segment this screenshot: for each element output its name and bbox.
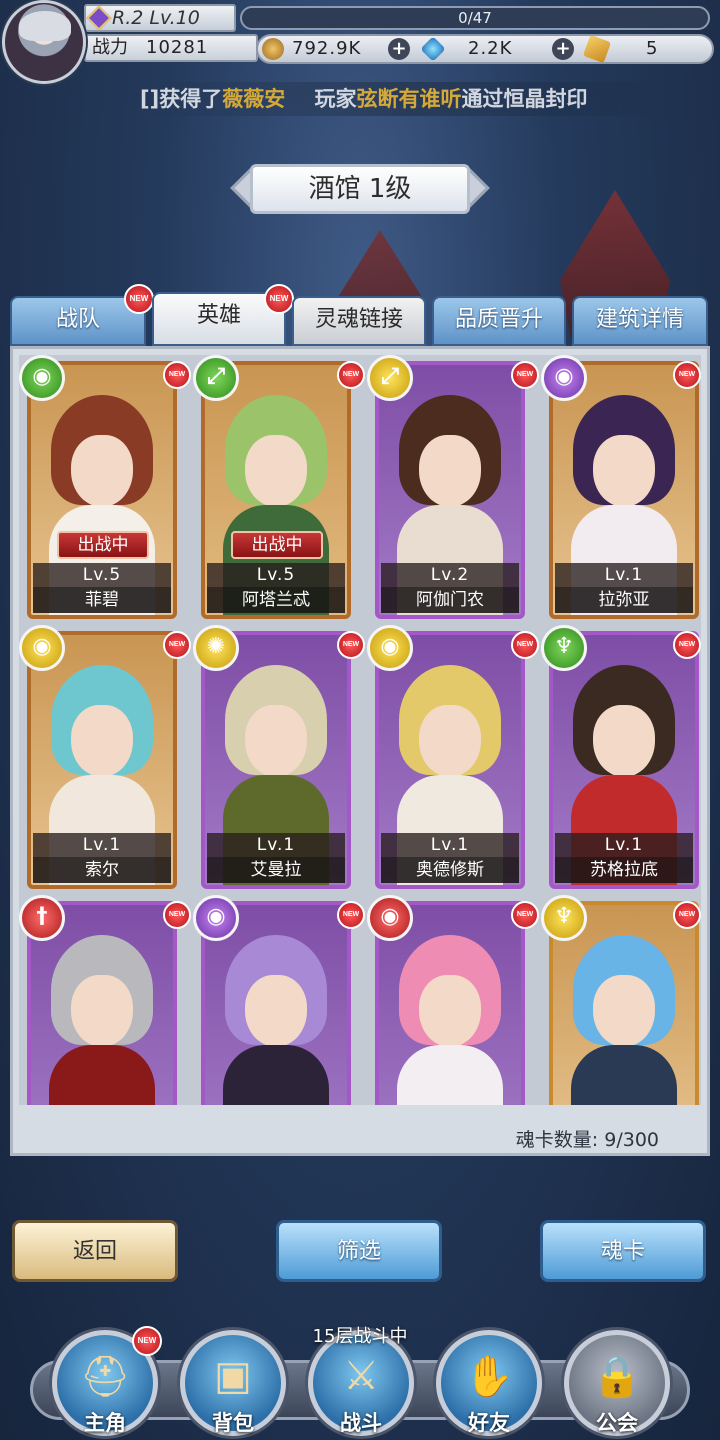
magic-type-icon: ◉ (19, 625, 65, 671)
nav-label: 战斗 (340, 1411, 382, 1435)
hero-card-grid[interactable]: 出战中 Lv.5 菲碧 出战中 Lv.5 阿塔兰忒 Lv.2 阿伽门农 Lv.1… (19, 355, 701, 1105)
building-title-banner: 酒馆 1级 (230, 162, 490, 216)
archer-type-icon: ⤢ (367, 355, 413, 401)
crossed-swords-icon: ⚔ (343, 1353, 379, 1399)
soul-card-count: 魂卡数量: 9/300 (515, 1129, 659, 1151)
gold-coin-icon (262, 38, 284, 60)
new-badge: NEW (337, 361, 365, 389)
ticket-amount: 5 (646, 38, 659, 59)
sword-type-icon: † (19, 895, 65, 941)
deployed-badge: 出战中 (57, 531, 149, 559)
filter-button[interactable]: 筛选 (276, 1220, 442, 1282)
gem-amount: 2.2K (468, 38, 513, 59)
hero-name: 奥德修斯 (381, 857, 519, 883)
nav-label: 公会 (596, 1411, 638, 1435)
hero-name: 艾曼拉 (207, 857, 345, 883)
spin-type-icon: ✺ (193, 625, 239, 671)
tab-label: 战队 (55, 307, 100, 332)
magic-type-icon: ◉ (367, 625, 413, 671)
exp-text: 0/47 (458, 9, 492, 27)
wing-type-icon: ♆ (541, 625, 587, 671)
soul-card-button[interactable]: 魂卡 (540, 1220, 706, 1282)
add-gold-button[interactable]: + (388, 38, 410, 60)
new-badge: NEW (163, 631, 191, 659)
nav-label: 背包 (212, 1411, 254, 1435)
hero-level: Lv.5 (207, 563, 345, 587)
power-display: 战力 10281 (84, 34, 258, 62)
new-badge: NEW (511, 631, 539, 659)
new-badge: NEW (163, 901, 191, 929)
new-badge: NEW (673, 901, 701, 929)
new-badge: NEW (673, 631, 701, 659)
building-title: 酒馆 1级 (250, 164, 470, 214)
battle-status: 15层战斗中 (312, 1326, 408, 1347)
hero-level: Lv.5 (33, 563, 171, 587)
tab-label: 灵魂链接 (314, 307, 403, 332)
wing-type-icon: ♆ (541, 895, 587, 941)
hero-name: 菲碧 (33, 587, 171, 613)
magic-type-icon: ◉ (193, 895, 239, 941)
hero-name: 索尔 (33, 857, 171, 883)
ticker-text: []获得了 (140, 87, 223, 111)
hero-level: Lv.1 (207, 833, 345, 857)
ticker-highlight: 弦断有谁听 (356, 87, 462, 111)
new-badge: NEW (511, 361, 539, 389)
lock-icon: 🔒 (592, 1354, 642, 1400)
handshake-icon: ✋ (464, 1354, 514, 1400)
power-value: 10281 (146, 37, 209, 58)
ticker-highlight: 薇薇安 (222, 87, 286, 111)
hero-name: 苏格拉底 (555, 857, 693, 883)
resource-bar: 792.9K + 2.2K + 5 (256, 34, 714, 64)
magic-type-icon: ◉ (367, 895, 413, 941)
new-badge: NEW (511, 901, 539, 929)
rank-level-text: R.2 Lv.10 (112, 7, 200, 29)
tab-label: 英雄 (196, 303, 241, 328)
rank-gem-icon (86, 5, 112, 31)
backpack-icon: ▣ (214, 1353, 252, 1399)
hero-name: 阿伽门农 (381, 587, 519, 613)
helmet-icon: ⛑ (79, 1354, 131, 1400)
rank-level-display: R.2 Lv.10 (84, 4, 236, 32)
tab-quality-upgrade[interactable]: 品质晋升 (432, 296, 566, 346)
magic-type-icon: ◉ (541, 355, 587, 401)
new-badge: NEW (337, 901, 365, 929)
nav-label: 主角 (84, 1411, 126, 1435)
tab-building-details[interactable]: 建筑详情 (572, 296, 708, 346)
new-badge: NEW (264, 284, 294, 314)
new-badge: NEW (673, 361, 701, 389)
top-bar: R.2 Lv.10 0/47 战力 10281 792.9K + 2.2K + 5 (0, 0, 720, 84)
magic-type-icon: ◉ (19, 355, 65, 401)
new-badge: NEW (132, 1326, 162, 1356)
power-label: 战力 (92, 37, 128, 58)
nav-label: 好友 (468, 1411, 510, 1435)
player-avatar[interactable] (2, 0, 86, 84)
tab-label: 品质晋升 (454, 307, 543, 332)
ticket-icon (582, 34, 612, 64)
new-badge: NEW (163, 361, 191, 389)
back-button[interactable]: 返回 (12, 1220, 178, 1282)
exp-bar: 0/47 (240, 6, 710, 30)
ticker-text: 玩家 (314, 87, 357, 111)
hero-level: Lv.1 (33, 833, 171, 857)
hero-level: Lv.1 (555, 833, 693, 857)
gem-icon (420, 36, 446, 62)
tab-label: 建筑详情 (595, 307, 684, 332)
hero-level: Lv.2 (381, 563, 519, 587)
new-badge: NEW (124, 284, 154, 314)
new-badge: NEW (337, 631, 365, 659)
deployed-badge: 出战中 (231, 531, 323, 559)
gold-amount: 792.9K (292, 38, 362, 59)
hero-level: Lv.1 (555, 563, 693, 587)
ticker-text: 通过恒晶封印 (461, 87, 588, 111)
hero-name: 阿塔兰忒 (207, 587, 345, 613)
hero-name: 拉弥亚 (555, 587, 693, 613)
hero-panel: 出战中 Lv.5 菲碧 出战中 Lv.5 阿塔兰忒 Lv.2 阿伽门农 Lv.1… (10, 346, 710, 1156)
add-gem-button[interactable]: + (552, 38, 574, 60)
announcement-ticker: []获得了薇薇安 玩家弦断有谁听通过恒晶封印 (140, 82, 660, 116)
tab-soul-link[interactable]: 灵魂链接 (292, 296, 426, 346)
archer-type-icon: ⤢ (193, 355, 239, 401)
hero-level: Lv.1 (381, 833, 519, 857)
